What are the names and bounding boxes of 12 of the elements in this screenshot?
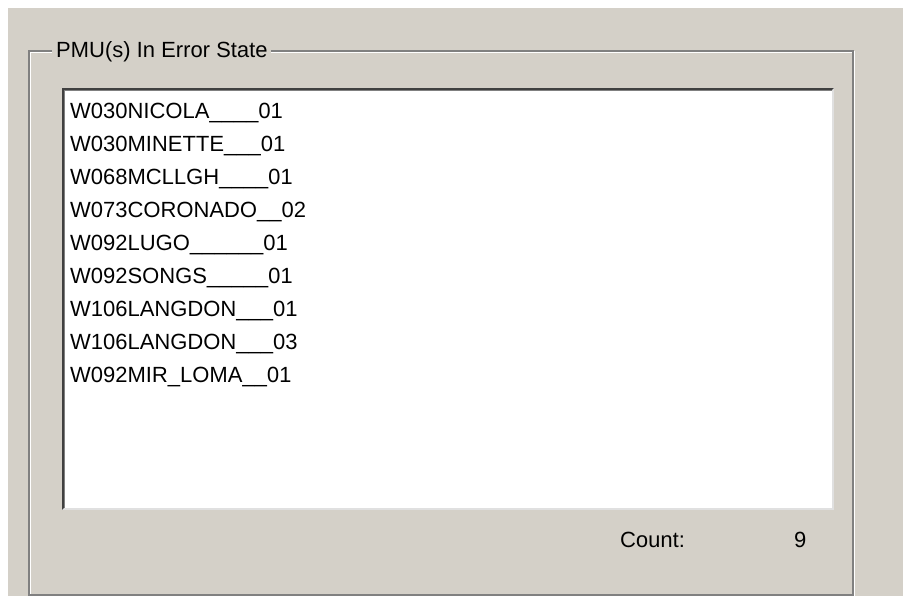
list-item[interactable]: W092SONGS_____01	[70, 259, 293, 292]
list-item[interactable]: W030MINETTE___01	[70, 127, 286, 160]
count-value: 9	[794, 526, 806, 554]
list-item[interactable]: W092MIR_LOMA__01	[70, 358, 292, 391]
count-label: Count:	[620, 526, 685, 554]
list-item[interactable]: W106LANGDON___03	[70, 325, 298, 358]
list-item[interactable]: W073CORONADO__02	[70, 193, 306, 226]
list-item[interactable]: W068MCLLGH____01	[70, 160, 293, 193]
list-item[interactable]: W030NICOLA____01	[70, 94, 283, 127]
list-item[interactable]: W106LANGDON___01	[70, 292, 298, 325]
list-item[interactable]: W092LUGO______01	[70, 226, 288, 259]
list-box[interactable]: W030NICOLA____01 W030MINETTE___01 W068MCLLGH____01 W073CORONADO__02 W092LUGO______01 W092SONGS_____01 W106LANGDON___01 W106LANGDON___03 W092MIR_LOMA__01	[62, 88, 834, 510]
